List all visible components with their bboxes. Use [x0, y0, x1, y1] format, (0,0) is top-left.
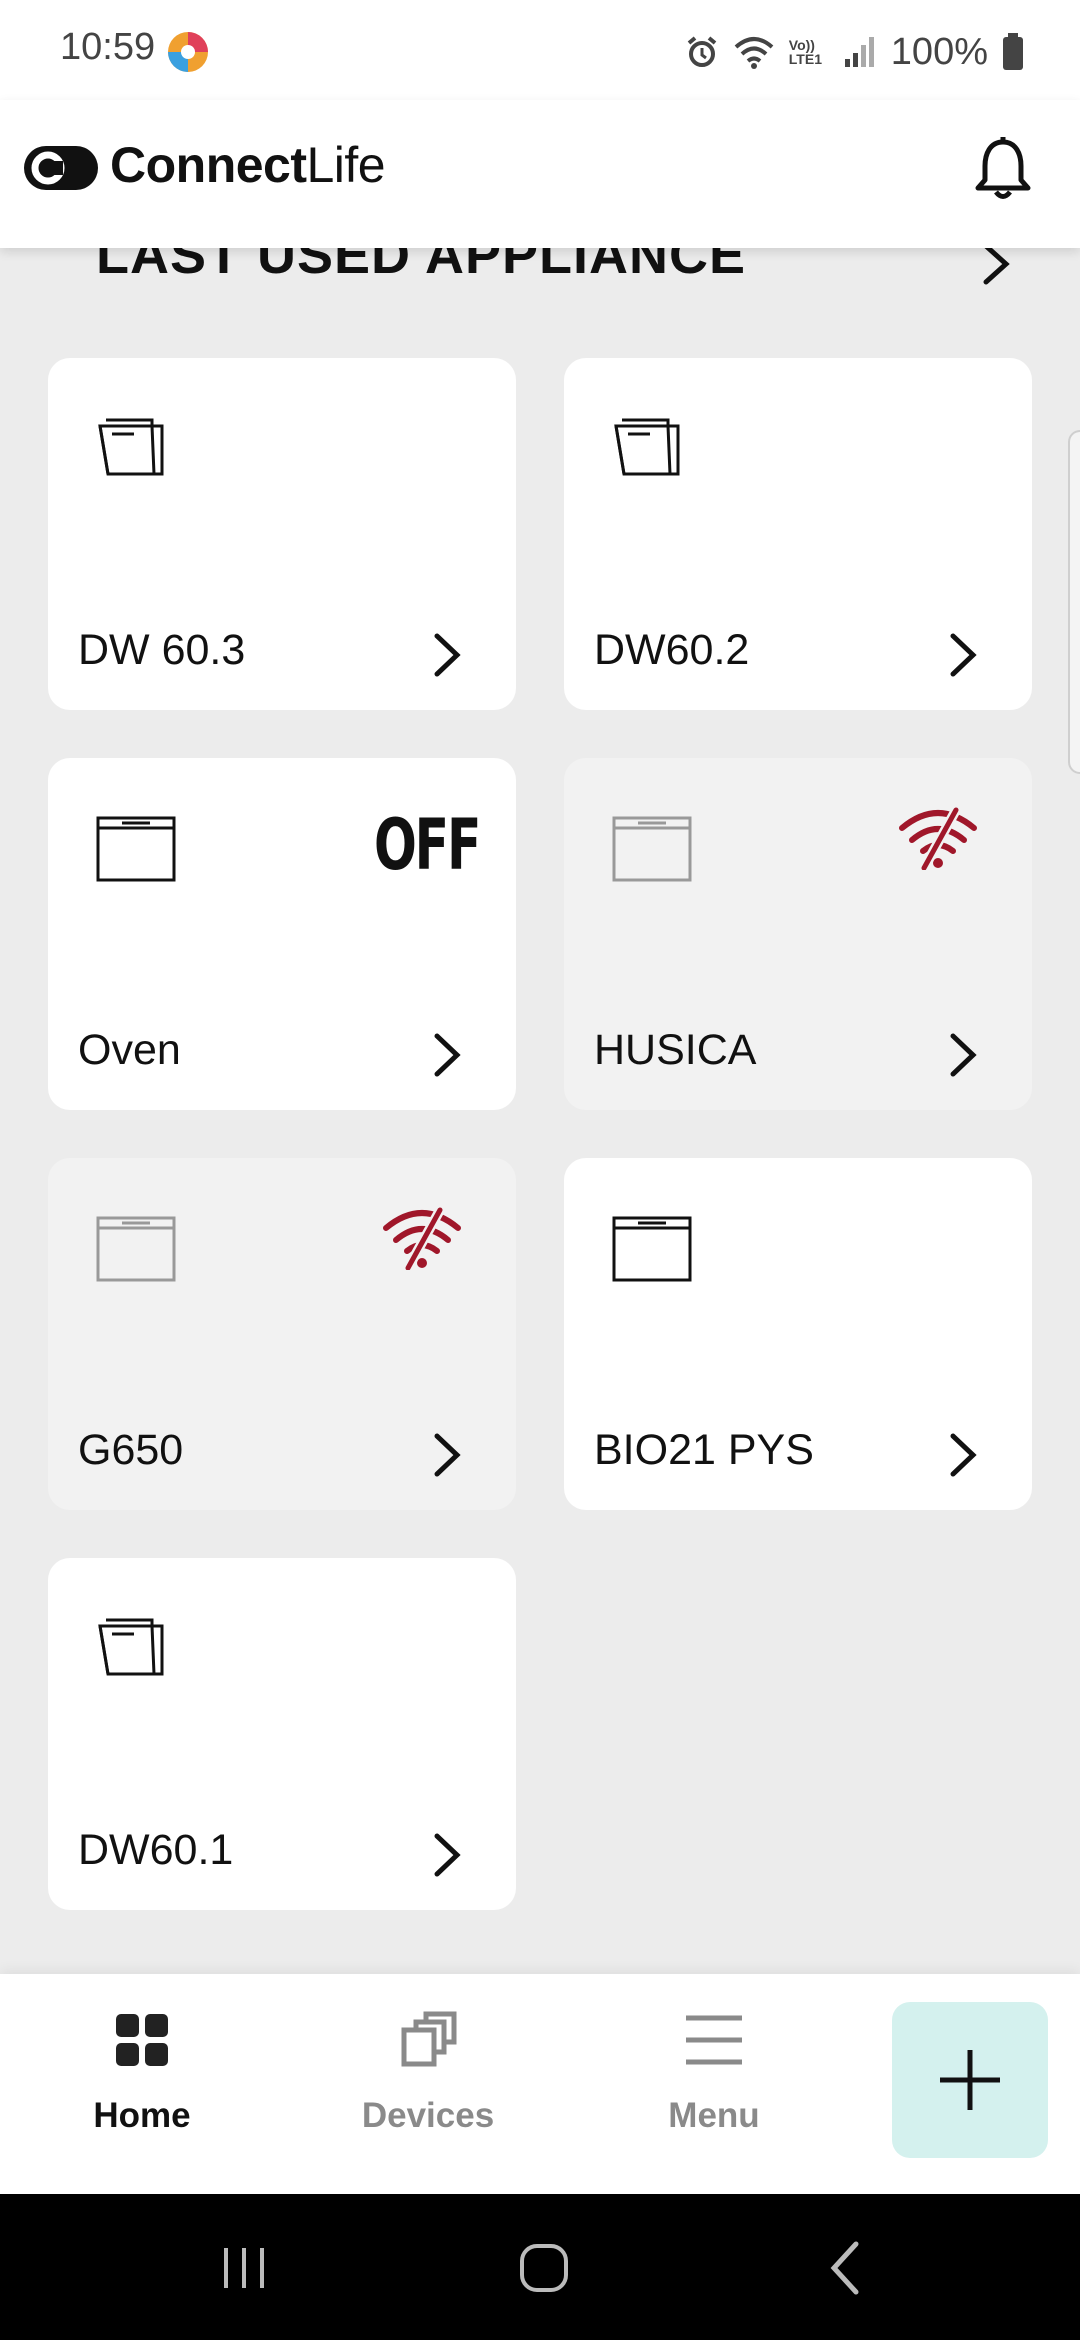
- power-status: OFF: [374, 804, 481, 886]
- chevron-right-icon: [434, 1033, 461, 1077]
- back-icon[interactable]: [818, 2238, 878, 2298]
- app-notification-icon: [168, 32, 208, 72]
- appliance-name: HUSICA: [594, 1026, 757, 1074]
- brand-name-light: Life: [306, 137, 386, 193]
- grid-icon: [116, 2014, 168, 2066]
- system-navigation-bar: [0, 2194, 1080, 2340]
- wifi-off-icon: [383, 1207, 461, 1270]
- appliance-card[interactable]: DW60.1: [48, 1558, 516, 1910]
- nav-menu[interactable]: Menu: [614, 1974, 814, 2194]
- chevron-right-icon: [950, 1033, 977, 1077]
- bottom-navigation: Home Devices Menu: [0, 1974, 1080, 2194]
- nav-home-label: Home: [93, 2096, 191, 2135]
- oven-icon: [612, 816, 692, 882]
- devices-icon: [401, 2011, 457, 2067]
- nav-devices-label: Devices: [361, 2096, 495, 2135]
- appliance-name: Oven: [78, 1026, 181, 1074]
- battery-icon: [1003, 33, 1023, 70]
- appliance-name: G650: [78, 1426, 184, 1474]
- home-button-icon[interactable]: [514, 2238, 574, 2298]
- appliance-card[interactable]: OFF Oven: [48, 758, 516, 1110]
- chevron-right-icon: [950, 1433, 977, 1477]
- app-header: ConnectLife: [0, 100, 1080, 248]
- oven-icon: [612, 1216, 692, 1282]
- recent-apps-icon[interactable]: [214, 2238, 274, 2298]
- appliance-card[interactable]: BIO21 PYS: [564, 1158, 1032, 1510]
- chevron-right-icon: [434, 1833, 461, 1877]
- plus-icon: [940, 2050, 1000, 2110]
- appliance-card[interactable]: G650: [48, 1158, 516, 1510]
- chevron-right-icon: [950, 633, 977, 677]
- chevron-right-icon: [434, 1433, 461, 1477]
- scroll-indicator[interactable]: [1068, 430, 1080, 774]
- status-icons: Vo)) LTE1 100%: [685, 24, 1024, 80]
- battery-percent: 100%: [890, 30, 988, 73]
- oven-icon: [96, 1216, 176, 1282]
- connectlife-logo: [24, 146, 98, 190]
- appliance-name: DW60.1: [78, 1826, 234, 1874]
- chevron-right-icon: [434, 633, 461, 677]
- brand-name-bold: Connect: [110, 137, 307, 193]
- status-bar: 10:59 Vo)) LTE1 100%: [0, 0, 1080, 100]
- alarm-icon: [687, 36, 717, 67]
- nav-devices[interactable]: Devices: [328, 1974, 528, 2194]
- appliance-name: DW 60.3: [78, 626, 246, 674]
- network-label: Vo)) LTE1: [788, 37, 822, 67]
- wifi-off-icon: [899, 807, 977, 870]
- wifi-icon: [734, 37, 774, 69]
- nav-menu-label: Menu: [668, 2096, 760, 2135]
- menu-icon: [686, 2015, 742, 2065]
- bell-icon[interactable]: [972, 136, 1034, 202]
- dishwasher-icon: [614, 418, 680, 476]
- brand-name: ConnectLife: [110, 136, 386, 194]
- appliance-name: DW60.2: [594, 626, 750, 674]
- signal-icon: [844, 37, 874, 67]
- add-device-button[interactable]: [892, 2002, 1048, 2158]
- appliance-card[interactable]: DW60.2: [564, 358, 1032, 710]
- status-time: 10:59: [60, 26, 156, 68]
- oven-icon: [96, 816, 176, 882]
- appliance-card[interactable]: DW 60.3: [48, 358, 516, 710]
- dishwasher-icon: [98, 1618, 164, 1676]
- appliance-name: BIO21 PYS: [594, 1426, 814, 1474]
- appliance-card[interactable]: HUSICA: [564, 758, 1032, 1110]
- dishwasher-icon: [98, 418, 164, 476]
- nav-home[interactable]: Home: [42, 1974, 242, 2194]
